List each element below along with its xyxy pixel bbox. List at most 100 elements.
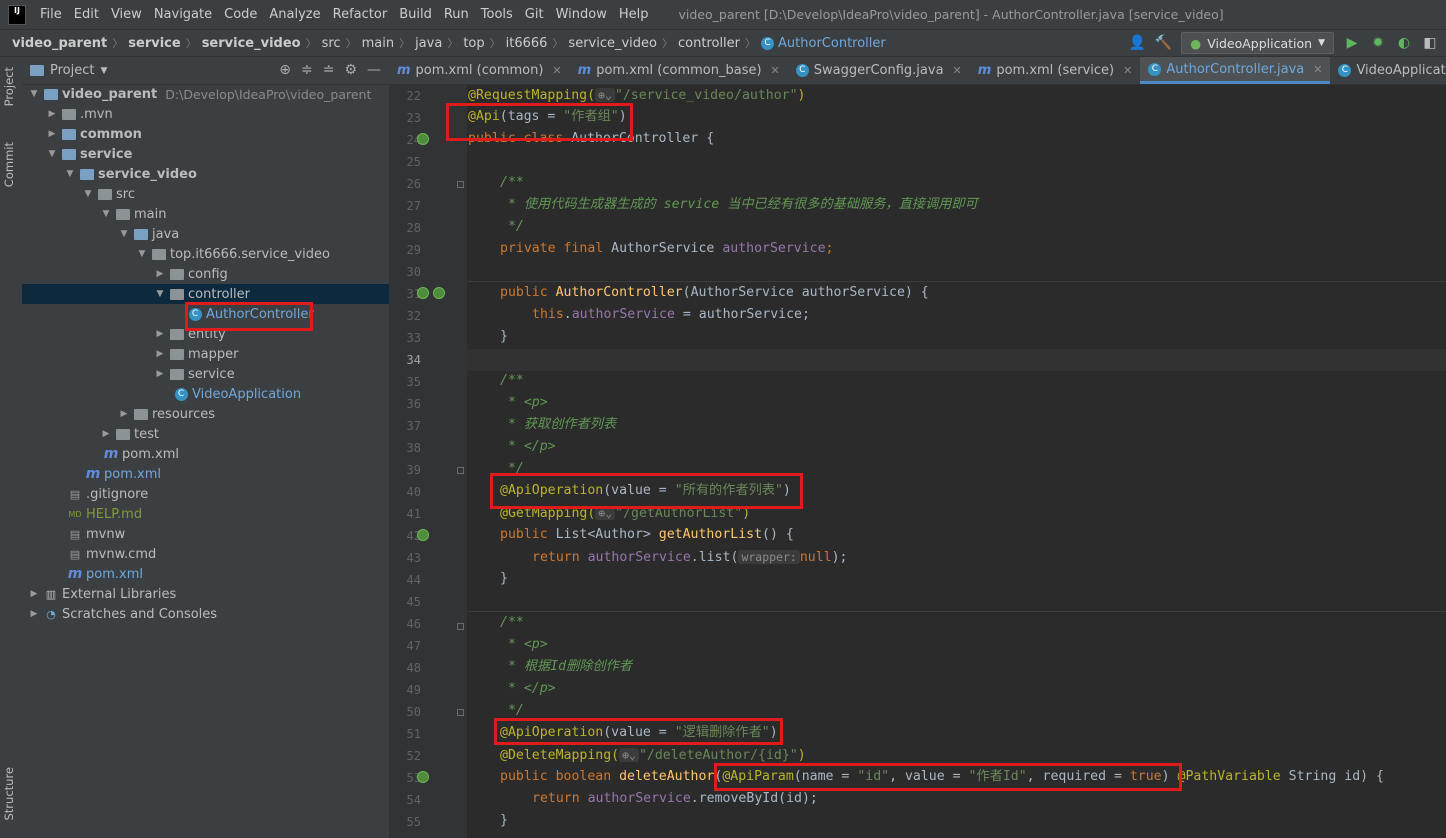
close-icon[interactable]: ✕ [771, 64, 780, 77]
menu-git[interactable]: Git [519, 7, 550, 22]
tree-item-resources[interactable]: ▶ resources [22, 404, 389, 424]
tree-item-service-pkg[interactable]: ▶ service [22, 364, 389, 384]
menu-refactor[interactable]: Refactor [327, 7, 394, 22]
code-line-23: @Api(tags = "作者组") [468, 109, 627, 124]
tree-item-video-application[interactable]: C VideoApplication [22, 384, 389, 404]
tab-author-controller[interactable]: C AuthorController.java ✕ [1140, 57, 1331, 84]
tree-item-mapper[interactable]: ▶ mapper [22, 344, 389, 364]
tree-item-mvn[interactable]: ▶ .mvn [22, 104, 389, 124]
tree-item-main[interactable]: ▼ main [22, 204, 389, 224]
tree-label: main [134, 206, 167, 222]
module-folder-icon [62, 128, 76, 140]
line-number: 44 [406, 573, 421, 587]
menu-build[interactable]: Build [393, 7, 438, 22]
menu-code[interactable]: Code [218, 7, 263, 22]
close-icon[interactable]: ✕ [552, 64, 561, 77]
crumb-top[interactable]: top [463, 36, 484, 51]
tab-video-application[interactable]: CVideoApplication.java✕ [1330, 57, 1446, 84]
menu-navigate[interactable]: Navigate [148, 7, 218, 22]
fold-icon[interactable] [457, 709, 464, 716]
tree-item-pom-service-video[interactable]: m pom.xml [22, 444, 389, 464]
tree-item-controller[interactable]: ▼ controller [22, 284, 389, 304]
crumb-service-video-pkg[interactable]: service_video [568, 36, 657, 51]
tree-item-service-video[interactable]: ▼ service_video [22, 164, 389, 184]
user-icon[interactable]: 👤 [1129, 35, 1146, 51]
minimize-icon[interactable]: — [367, 62, 381, 78]
tree-item-gitignore[interactable]: ▤ .gitignore [22, 484, 389, 504]
menu-analyze[interactable]: Analyze [263, 7, 326, 22]
run-config-select[interactable]: ● VideoApplication ▼ [1181, 32, 1334, 54]
close-icon[interactable]: ✕ [953, 64, 962, 77]
tree-item-mvnw[interactable]: ▤ mvnw [22, 524, 389, 544]
tab-pom-service[interactable]: m pom.xml (service) ✕ [970, 57, 1141, 84]
tree-item-java[interactable]: ▼ java [22, 224, 389, 244]
tool-tab-commit[interactable]: Commit [2, 142, 16, 187]
spring-bean-icon[interactable] [417, 133, 429, 145]
spring-web-endpoint-icon[interactable] [417, 771, 429, 783]
crumb-service[interactable]: service [128, 36, 180, 51]
code-line-52: @DeleteMapping(⊕⌄ "/deleteAuthor/{id}") [500, 748, 806, 763]
tree-label: mapper [188, 346, 239, 362]
tree-item-common[interactable]: ▶ common [22, 124, 389, 144]
close-icon[interactable]: ✕ [1123, 64, 1132, 77]
menu-view[interactable]: View [105, 7, 148, 22]
tree-item-src[interactable]: ▼ src [22, 184, 389, 204]
crumb-main[interactable]: main [362, 36, 394, 51]
crumb-service-video[interactable]: service_video [202, 36, 301, 51]
coverage-icon[interactable]: ◐ [1396, 35, 1412, 51]
debug-icon[interactable]: ✹ [1370, 35, 1386, 51]
tree-item-video-parent[interactable]: ▼ video_parent D:\Develop\IdeaPro\video_… [22, 84, 389, 104]
spring-bean-icon[interactable] [417, 287, 429, 299]
tree-item-service[interactable]: ▼ service [22, 144, 389, 164]
tree-item-config[interactable]: ▶ config [22, 264, 389, 284]
chevron-down-icon[interactable]: ▼ [100, 66, 107, 76]
tab-pom-common[interactable]: m pom.xml (common) ✕ [389, 57, 570, 84]
tree-item-mvnw-cmd[interactable]: ▤ mvnw.cmd [22, 544, 389, 564]
tree-label: pom.xml [104, 466, 161, 482]
collapse-all-icon[interactable]: ≐ [323, 62, 335, 78]
menu-help[interactable]: Help [613, 7, 655, 22]
tree-item-help-md[interactable]: MD HELP.md [22, 504, 389, 524]
crumb-video-parent[interactable]: video_parent [12, 36, 107, 51]
stop-icon[interactable]: ◧ [1422, 35, 1438, 51]
project-view-icon [30, 65, 44, 76]
tool-tab-project[interactable]: Project [2, 67, 16, 106]
build-hammer-icon[interactable]: 🔨 [1155, 35, 1172, 51]
tree-item-pom-root[interactable]: m pom.xml [22, 564, 389, 584]
menu-run[interactable]: Run [438, 7, 475, 22]
spring-bean-icon[interactable] [433, 287, 445, 299]
close-icon[interactable]: ✕ [1313, 63, 1322, 76]
menu-tools[interactable]: Tools [475, 7, 519, 22]
gear-icon[interactable]: ⚙ [344, 62, 357, 78]
tree-item-entity[interactable]: ▶ entity [22, 324, 389, 344]
tree-item-package[interactable]: ▼ top.it6666.service_video [22, 244, 389, 264]
tab-swagger-config[interactable]: C SwaggerConfig.java ✕ [788, 57, 970, 84]
tree-item-pom-service[interactable]: m pom.xml [22, 464, 389, 484]
tree-item-external-libraries[interactable]: ▶ ▥ External Libraries [22, 584, 389, 604]
menu-window[interactable]: Window [550, 7, 613, 22]
fold-icon[interactable] [457, 467, 464, 474]
tree-item-scratches[interactable]: ▶ ◔ Scratches and Consoles [22, 604, 389, 624]
spring-web-endpoint-icon[interactable] [417, 529, 429, 541]
menu-edit[interactable]: Edit [68, 7, 105, 22]
crumb-java[interactable]: java [415, 36, 442, 51]
line-number: 30 [406, 265, 421, 279]
run-icon[interactable]: ▶ [1344, 35, 1360, 51]
locate-icon[interactable]: ⊕ [279, 62, 291, 78]
crumb-controller[interactable]: controller [678, 36, 740, 51]
line-number: 48 [406, 661, 421, 675]
fold-icon[interactable] [457, 181, 464, 188]
tree-item-test[interactable]: ▶ test [22, 424, 389, 444]
crumb-src[interactable]: src [322, 36, 341, 51]
fold-icon[interactable] [457, 623, 464, 630]
menu-file[interactable]: File [34, 7, 68, 22]
package-icon [170, 288, 184, 300]
expand-all-icon[interactable]: ≑ [301, 62, 313, 78]
crumb-author-controller[interactable]: AuthorController [778, 36, 886, 51]
tab-pom-common-base[interactable]: m pom.xml (common_base) ✕ [570, 57, 788, 84]
project-panel-title[interactable]: Project [50, 63, 94, 78]
crumb-it6666[interactable]: it6666 [506, 36, 548, 51]
code-line-28: */ [500, 219, 524, 234]
tool-tab-structure[interactable]: Structure [2, 767, 16, 821]
tree-item-author-controller[interactable]: C AuthorController [22, 304, 389, 324]
